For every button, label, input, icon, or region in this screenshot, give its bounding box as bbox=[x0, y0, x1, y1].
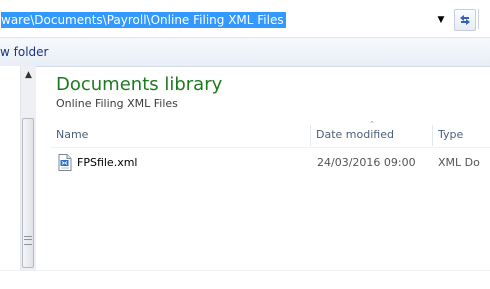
grip-icon bbox=[24, 236, 32, 245]
file-row[interactable]: FPSfile.xml 24/03/2016 09:00 XML Do bbox=[50, 152, 490, 174]
refresh-icon bbox=[460, 15, 470, 25]
address-bar: ware\Documents\Payroll\Online Filing XML… bbox=[0, 0, 490, 36]
search-box[interactable] bbox=[478, 9, 490, 29]
file-date-modified: 24/03/2016 09:00 bbox=[317, 156, 416, 169]
navigation-scrollbar[interactable]: ▲ bbox=[20, 66, 36, 270]
chevron-down-icon[interactable]: ▼ bbox=[434, 12, 448, 28]
library-title: Documents library bbox=[56, 74, 223, 95]
column-header-row: Name ⌃ Date modified Type bbox=[50, 120, 490, 148]
navigation-pane[interactable] bbox=[0, 66, 20, 270]
file-name: FPSfile.xml bbox=[77, 156, 138, 169]
divider bbox=[0, 270, 490, 271]
column-header-name[interactable]: Name bbox=[56, 123, 88, 147]
address-field[interactable]: ware\Documents\Payroll\Online Filing XML… bbox=[0, 9, 430, 31]
column-divider[interactable] bbox=[310, 125, 311, 146]
address-path[interactable]: ware\Documents\Payroll\Online Filing XML… bbox=[1, 12, 286, 28]
scroll-up-arrow-icon[interactable]: ▲ bbox=[21, 66, 36, 84]
refresh-button[interactable] bbox=[454, 9, 476, 31]
new-folder-button[interactable]: w folder bbox=[0, 38, 48, 66]
column-header-date-modified[interactable]: Date modified bbox=[316, 123, 394, 147]
column-header-type[interactable]: Type bbox=[438, 123, 463, 147]
command-bar: w folder bbox=[0, 37, 490, 67]
file-type: XML Do bbox=[438, 156, 480, 169]
xml-file-icon bbox=[58, 154, 72, 171]
library-header: Documents library Online Filing XML File… bbox=[56, 74, 222, 110]
library-subtitle: Online Filing XML Files bbox=[56, 97, 178, 110]
scroll-thumb[interactable] bbox=[22, 118, 34, 268]
column-divider[interactable] bbox=[432, 125, 433, 146]
